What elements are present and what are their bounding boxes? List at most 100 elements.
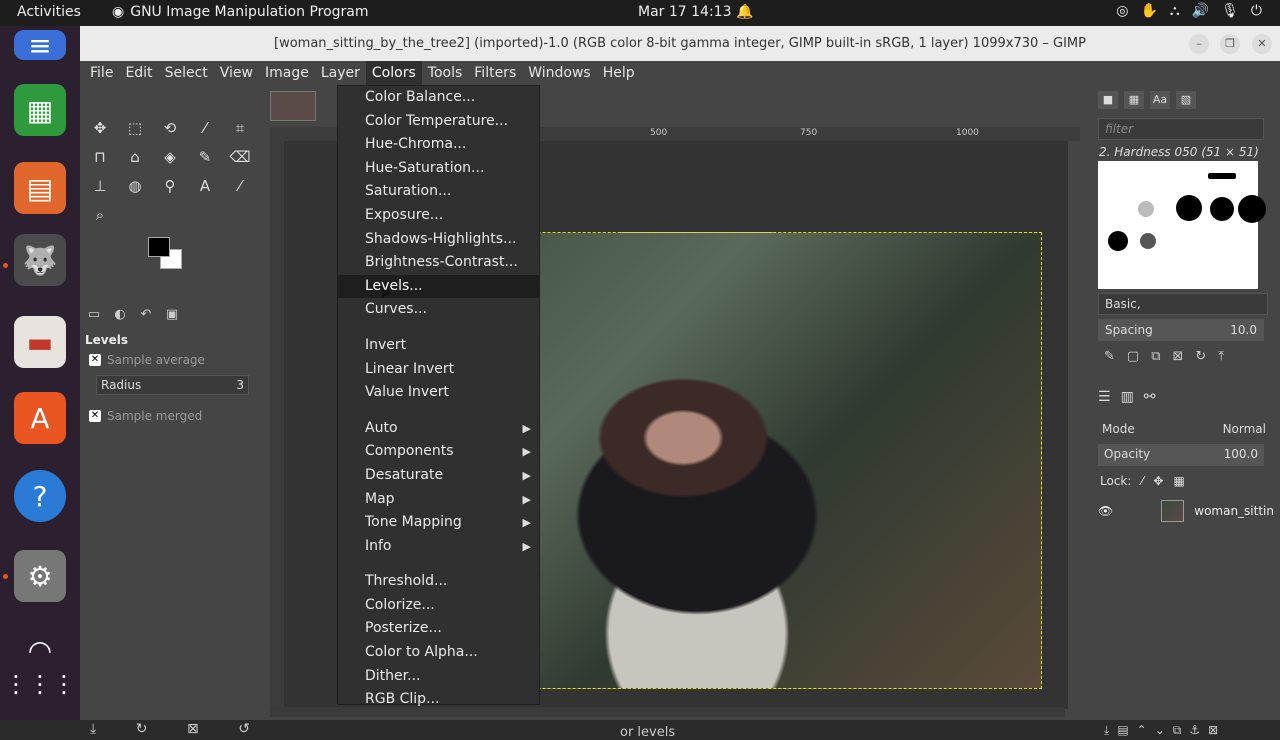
menu-item-exposure[interactable]: Exposure... (338, 204, 539, 228)
menu-item-linear-invert[interactable]: Linear Invert (338, 358, 539, 382)
menu-item-map[interactable]: Map ▶ (338, 488, 539, 512)
brush-swatch[interactable] (1108, 231, 1128, 251)
brush-filter-input[interactable]: filter (1098, 118, 1264, 140)
sample-average-checkbox[interactable]: ✕ (89, 354, 101, 366)
sample-merged-option[interactable]: ✕ Sample merged (80, 409, 255, 423)
menu-item-color-temperature[interactable]: Color Temperature... (338, 110, 539, 134)
foreground-color-swatch[interactable] (148, 237, 170, 257)
menu-tools[interactable]: Tools (422, 61, 469, 87)
paths-tab-icon[interactable]: ⚯ (1144, 389, 1156, 405)
duplicate-brush-icon[interactable]: ⧉ (1151, 349, 1160, 364)
activities-button[interactable]: Activities (17, 4, 81, 20)
duplicate-layer-icon[interactable]: ⧉ (1173, 723, 1182, 738)
lock-alpha-icon[interactable]: ▦ (1173, 474, 1184, 488)
delete-brush-icon[interactable]: ⊠ (1173, 349, 1184, 364)
anchor-layer-icon[interactable]: ⚓ (1189, 723, 1200, 738)
menu-item-curves[interactable]: Curves... (338, 298, 539, 322)
layer-mode-row[interactable]: Mode Normal (1098, 417, 1270, 441)
brush-swatch[interactable] (1140, 233, 1156, 249)
show-apps-icon[interactable]: ⋮⋮⋮ (4, 658, 76, 710)
menu-item-auto[interactable]: Auto ▶ (338, 417, 539, 441)
menu-help[interactable]: Help (597, 61, 641, 87)
new-layer-icon[interactable]: ⤓ (1104, 723, 1109, 738)
refresh-brushes-icon[interactable]: ↻ (1195, 349, 1206, 364)
open-brush-icon[interactable]: ⤒ (1218, 349, 1224, 364)
brush-swatch[interactable] (1138, 201, 1154, 217)
zoom-tool-icon[interactable]: ⌕ (86, 202, 114, 228)
microphone-icon[interactable]: 🎙 (1221, 3, 1239, 19)
fuzzy-select-tool-icon[interactable]: ⁄ (191, 115, 219, 141)
menu-item-threshold[interactable]: Threshold... (338, 570, 539, 594)
visibility-eye-icon[interactable]: 👁 (1098, 504, 1113, 518)
menu-item-components[interactable]: Components ▶ (338, 440, 539, 464)
help-icon[interactable]: ? (14, 470, 66, 522)
menu-colors[interactable]: Colors (365, 61, 422, 87)
menu-item-levels[interactable]: Levels... (338, 274, 539, 299)
menu-item-shadows-highlights[interactable]: Shadows-Highlights... (338, 228, 539, 252)
paintbrush-tool-icon[interactable]: ✎ (191, 144, 219, 170)
chrome-icon[interactable]: ◎ (1116, 3, 1128, 19)
text-tool-icon[interactable]: A (191, 173, 219, 199)
delete-layer-icon[interactable]: ⊠ (1208, 723, 1218, 738)
menu-item-value-invert[interactable]: Value Invert (338, 381, 539, 405)
images-tab-icon[interactable]: ▣ (162, 307, 182, 329)
menu-item-saturation[interactable]: Saturation... (338, 180, 539, 204)
warp-tool-icon[interactable]: ⌂ (121, 144, 149, 170)
edit-brush-icon[interactable]: ✎ (1104, 349, 1115, 364)
reset-options-icon[interactable]: ↺ (238, 721, 250, 737)
writer-icon[interactable]: ≡ (14, 29, 66, 62)
window-titlebar[interactable]: [woman_sitting_by_the_tree2] (imported)-… (80, 26, 1280, 61)
restore-preset-icon[interactable]: ↻ (136, 721, 148, 737)
radius-spinner[interactable]: Radius 3 (96, 375, 249, 395)
patterns-tab-icon[interactable]: ▦ (1124, 91, 1144, 109)
brush-swatch[interactable] (1238, 195, 1266, 223)
menu-item-rgb-clip[interactable]: RGB Clip... (338, 688, 539, 712)
lasso-tool-icon[interactable]: ⟲ (156, 115, 184, 141)
tool-options-tab-icon[interactable]: ▭ (84, 307, 104, 329)
brush-preset-select[interactable]: Basic, (1098, 293, 1268, 315)
brush-spacing-spinner[interactable]: Spacing 10.0 (1098, 319, 1264, 341)
menu-windows[interactable]: Windows (522, 61, 597, 87)
clone-tool-icon[interactable]: ⊥ (86, 173, 114, 199)
maximize-button[interactable]: ❐ (1220, 34, 1240, 54)
new-brush-icon[interactable]: ▢ (1127, 349, 1139, 364)
layer-name[interactable]: woman_sittin (1194, 504, 1274, 518)
image-tab-thumbnail[interactable] (270, 91, 316, 121)
rect-select-tool-icon[interactable]: ⬚ (121, 115, 149, 141)
menu-edit[interactable]: Edit (119, 61, 158, 87)
impress-icon[interactable]: ▤ (14, 162, 66, 214)
lock-pixels-icon[interactable]: ⁄ (1141, 474, 1143, 488)
eraser-tool-icon[interactable]: ⌫ (226, 144, 254, 170)
calc-icon[interactable]: ▦ (14, 84, 66, 136)
menu-item-brightness-contrast[interactable]: Brightness-Contrast... (338, 251, 539, 275)
mode-value[interactable]: Normal (1223, 422, 1266, 436)
bucket-fill-tool-icon[interactable]: ◈ (156, 144, 184, 170)
move-tool-icon[interactable]: ✥ (86, 115, 114, 141)
lock-position-icon[interactable]: ✥ (1153, 474, 1163, 488)
smudge-tool-icon[interactable]: ◍ (121, 173, 149, 199)
paths-tool-icon[interactable]: ⚲ (156, 173, 184, 199)
menu-image[interactable]: Image (259, 61, 315, 87)
layers-tab-icon[interactable]: ☰ (1098, 389, 1111, 405)
menu-item-tone-mapping[interactable]: Tone Mapping ▶ (338, 511, 539, 535)
hand-icon[interactable]: ✋ (1140, 3, 1157, 19)
menu-item-info[interactable]: Info ▶ (338, 535, 539, 559)
clock[interactable]: Mar 17 14:13 🔔 (638, 4, 753, 20)
software-icon[interactable]: A (14, 392, 66, 444)
menu-file[interactable]: File (84, 61, 119, 87)
brush-grid[interactable] (1098, 161, 1266, 289)
gimp-dock-icon[interactable]: 🐺 (14, 234, 66, 286)
menu-item-hue-chroma[interactable]: Hue-Chroma... (338, 133, 539, 157)
volume-icon[interactable]: 🔊 (1192, 3, 1209, 19)
vertical-ruler[interactable] (270, 141, 284, 709)
app-menu[interactable]: ◉ GNU Image Manipulation Program (112, 4, 369, 20)
brushes-tab-icon[interactable]: ■ (1098, 91, 1118, 109)
minimize-button[interactable]: – (1189, 34, 1209, 54)
menu-item-hue-saturation[interactable]: Hue-Saturation... (338, 157, 539, 181)
menu-item-color-to-alpha[interactable]: Color to Alpha... (338, 641, 539, 665)
power-icon[interactable]: ⏻ (1251, 3, 1262, 19)
brush-swatch[interactable] (1176, 195, 1202, 221)
crop-tool-icon[interactable]: ⌗ (226, 115, 254, 141)
settings-icon[interactable]: ⚙ (14, 550, 66, 602)
menu-item-desaturate[interactable]: Desaturate ▶ (338, 464, 539, 488)
